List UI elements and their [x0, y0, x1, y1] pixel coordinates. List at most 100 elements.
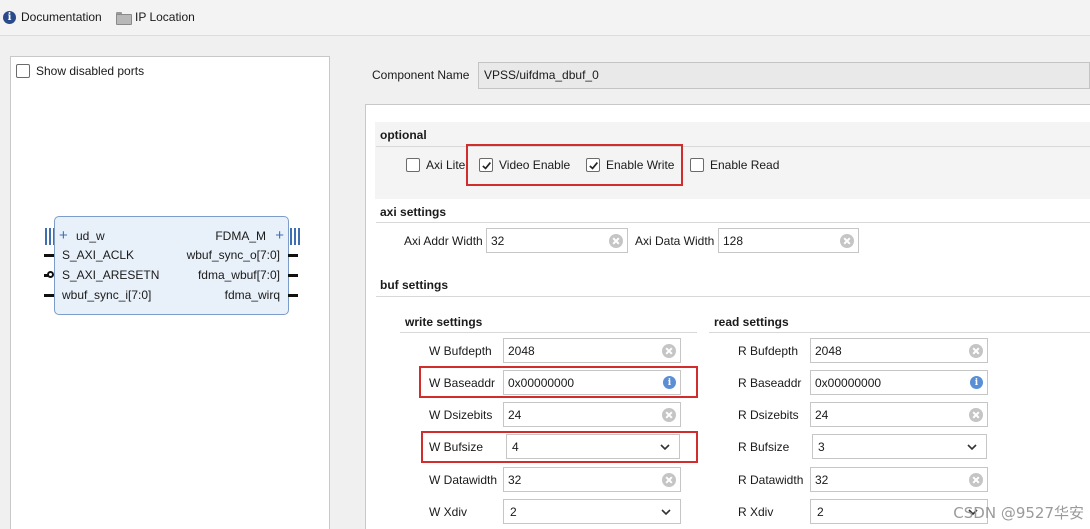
info-icon: i: [3, 10, 16, 24]
expand-plus-icon[interactable]: +: [59, 228, 68, 243]
w-xdiv-select[interactable]: 2: [503, 499, 681, 524]
optional-title: optional: [380, 128, 427, 142]
r-bufsize-label: R Bufsize: [738, 440, 790, 454]
info-icon[interactable]: i: [970, 376, 983, 389]
read-settings-title: read settings: [714, 315, 789, 329]
axi-data-width-label: Axi Data Width: [635, 234, 715, 248]
clear-icon[interactable]: [969, 343, 983, 358]
toolbar: i Documentation IP Location: [0, 0, 1090, 36]
component-name-field[interactable]: VPSS/uifdma_dbuf_0: [478, 62, 1090, 89]
w-bufsize-label: W Bufsize: [429, 440, 484, 454]
r-dsizebits-value: 24: [815, 407, 829, 422]
w-bufsize-value: 4: [512, 439, 519, 454]
axi-data-width-field[interactable]: 128: [718, 228, 859, 253]
show-disabled-ports-checkbox[interactable]: [16, 64, 30, 78]
buf-settings-title: buf settings: [380, 278, 448, 292]
ip-block[interactable]: + ud_w S_AXI_ACLK S_AXI_ARESETN wbuf_syn…: [54, 216, 289, 315]
ip-location-label: IP Location: [135, 10, 195, 24]
axi-lite-label: Axi Lite: [426, 158, 466, 172]
port-fdma-m: FDMA_M: [215, 229, 266, 243]
r-datawidth-field[interactable]: 32: [810, 467, 988, 492]
clear-icon[interactable]: [840, 233, 854, 248]
port-s-axi-aresetn: S_AXI_ARESETN: [62, 268, 160, 282]
r-dsizebits-label: R Dsizebits: [738, 408, 799, 422]
chevron-down-icon[interactable]: [660, 506, 672, 518]
wbuf-sync-o-pin: [288, 254, 298, 257]
port-wbuf-sync-i: wbuf_sync_i[7:0]: [62, 288, 152, 302]
axi-addr-width-field[interactable]: 32: [486, 228, 628, 253]
video-enable-label: Video Enable: [499, 158, 571, 172]
r-bufsize-select[interactable]: 3: [812, 434, 987, 459]
r-datawidth-value: 32: [815, 472, 829, 487]
r-baseaddr-label: R Baseaddr: [738, 376, 802, 390]
fdma-wbuf-pin: [288, 274, 298, 277]
divider: [400, 332, 697, 333]
r-bufdepth-label: R Bufdepth: [738, 344, 799, 358]
w-bufdepth-value: 2048: [508, 343, 535, 358]
w-datawidth-label: W Datawidth: [429, 473, 498, 487]
r-bufdepth-value: 2048: [815, 343, 842, 358]
w-datawidth-field[interactable]: 32: [503, 467, 681, 492]
enable-write-checkbox[interactable]: [586, 158, 600, 172]
enable-write-toggle[interactable]: Enable Write: [586, 158, 674, 172]
w-baseaddr-value: 0x00000000: [508, 375, 575, 390]
w-baseaddr-field[interactable]: 0x00000000 i: [503, 370, 681, 395]
port-ud-w: ud_w: [76, 229, 105, 243]
chevron-down-icon[interactable]: [659, 441, 671, 453]
expand-plus-icon[interactable]: +: [275, 228, 284, 243]
divider: [376, 222, 1090, 223]
w-dsizebits-label: W Dsizebits: [429, 408, 493, 422]
port-wbuf-sync-o: wbuf_sync_o[7:0]: [186, 248, 280, 262]
clear-icon[interactable]: [662, 472, 676, 487]
documentation-label: Documentation: [21, 10, 102, 24]
w-bufdepth-field[interactable]: 2048: [503, 338, 681, 363]
ip-location-button[interactable]: IP Location: [116, 9, 195, 25]
r-baseaddr-field[interactable]: 0x00000000 i: [810, 370, 988, 395]
clear-icon[interactable]: [969, 407, 983, 422]
write-settings-title: write settings: [405, 315, 483, 329]
axi-data-width-value: 128: [723, 233, 744, 248]
w-dsizebits-field[interactable]: 24: [503, 402, 681, 427]
video-enable-toggle[interactable]: Video Enable: [479, 158, 570, 172]
axi-settings-title: axi settings: [380, 205, 447, 219]
enable-read-toggle[interactable]: Enable Read: [690, 158, 779, 172]
axi-lite-checkbox[interactable]: [406, 158, 420, 172]
w-datawidth-value: 32: [508, 472, 522, 487]
port-fdma-wbuf: fdma_wbuf[7:0]: [197, 268, 280, 282]
r-dsizebits-field[interactable]: 24: [810, 402, 988, 427]
w-bufsize-select[interactable]: 4: [506, 434, 680, 459]
r-baseaddr-value: 0x00000000: [815, 375, 882, 390]
enable-read-label: Enable Read: [710, 158, 780, 172]
fdma-wirq-pin: [288, 294, 298, 297]
w-bufdepth-label: W Bufdepth: [429, 344, 492, 358]
axi-addr-width-label: Axi Addr Width: [404, 234, 483, 248]
port-fdma-wirq: fdma_wirq: [224, 288, 280, 302]
enable-read-checkbox[interactable]: [690, 158, 704, 172]
clear-icon[interactable]: [662, 343, 676, 358]
r-xdiv-value: 2: [817, 504, 824, 519]
component-name-label: Component Name: [372, 68, 470, 82]
w-xdiv-label: W Xdiv: [429, 505, 468, 519]
documentation-button[interactable]: i Documentation: [3, 9, 102, 25]
folder-icon: [116, 11, 132, 25]
clear-icon[interactable]: [609, 233, 623, 248]
show-disabled-ports-toggle[interactable]: Show disabled ports: [16, 64, 144, 78]
axi-addr-width-value: 32: [491, 233, 505, 248]
active-low-bubble: [47, 271, 54, 278]
watermark: CSDN @9527华安: [953, 504, 1084, 522]
r-bufsize-value: 3: [818, 439, 825, 454]
video-enable-checkbox[interactable]: [479, 158, 493, 172]
clear-icon[interactable]: [969, 472, 983, 487]
axi-lite-toggle[interactable]: Axi Lite: [406, 158, 465, 172]
info-icon[interactable]: i: [663, 376, 676, 389]
r-bufdepth-field[interactable]: 2048: [810, 338, 988, 363]
enable-write-label: Enable Write: [606, 158, 675, 172]
divider: [376, 296, 1090, 297]
checkmark-icon: [481, 161, 491, 170]
r-datawidth-label: R Datawidth: [738, 473, 804, 487]
clear-icon[interactable]: [662, 407, 676, 422]
w-xdiv-value: 2: [510, 504, 517, 519]
checkmark-icon: [588, 161, 598, 170]
divider: [709, 332, 1090, 333]
chevron-down-icon[interactable]: [966, 441, 978, 453]
